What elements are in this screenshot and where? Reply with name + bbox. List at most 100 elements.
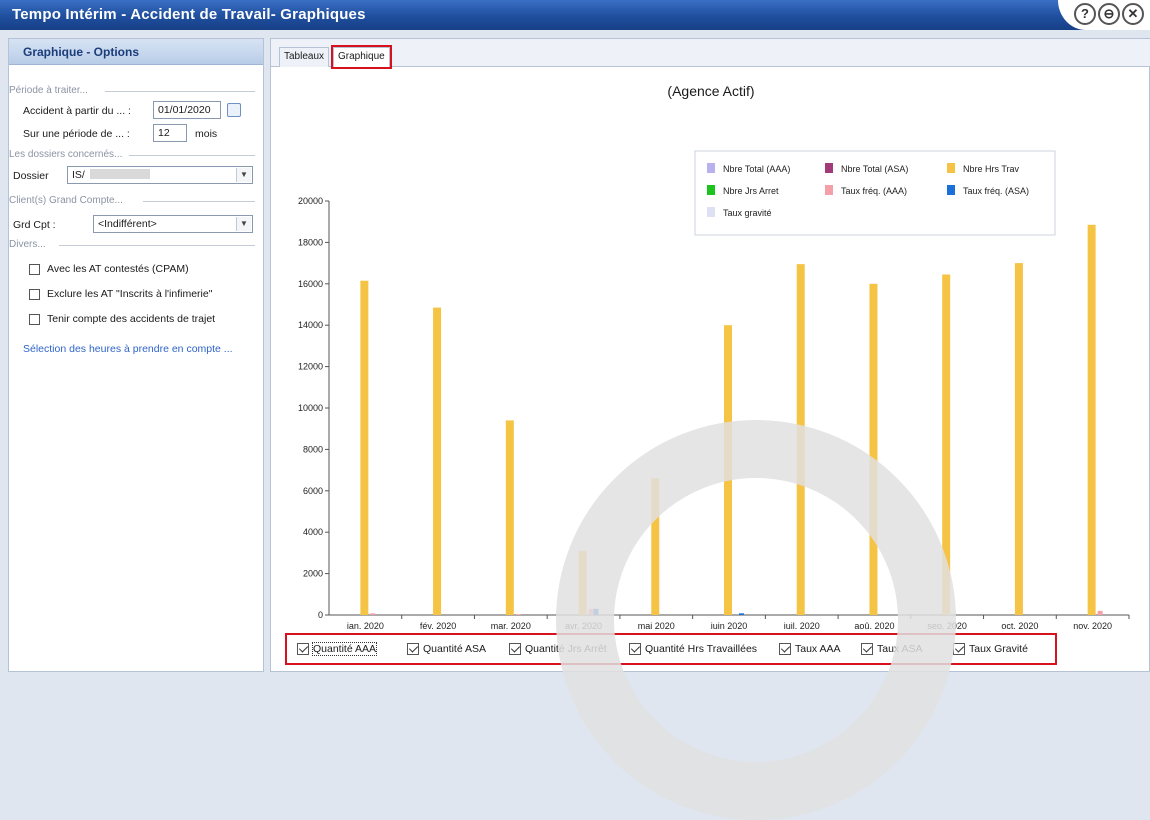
y-tick-label: 2000 [303, 569, 323, 579]
checkbox-trajet[interactable] [29, 314, 40, 325]
restore-icon[interactable]: ⊖ [1098, 3, 1120, 25]
bar-nbre-hrs-trav [796, 264, 805, 615]
bar-nbre-hrs-trav [578, 550, 587, 615]
series-toggle-0[interactable]: Quantité AAA [297, 642, 378, 656]
bar-nbre-hrs-trav [651, 478, 660, 615]
bar-taux-freq-aaa [588, 608, 594, 615]
accident-date-input[interactable]: 01/01/2020 [153, 101, 221, 119]
legend-swatch [707, 163, 715, 173]
chart-legend: Nbre Total (AAA) Nbre Total (ASA) Nbre Hrs… [694, 150, 1056, 236]
series-toggle-label: Quantité Hrs Travaillées [645, 643, 758, 655]
y-tick-label: 10000 [298, 403, 323, 413]
series-toggle-label: Taux ASA [877, 643, 923, 655]
checkbox[interactable] [297, 643, 309, 655]
chart-panel: Tableaux Graphique (Agence Actif) Nbre T… [270, 38, 1150, 672]
checkbox-infirmerie-label[interactable]: Exclure les AT "Inscrits à l'infimerie" [47, 288, 212, 300]
y-tick-label: 14000 [298, 320, 323, 330]
legend-label: Nbre Hrs Trav [963, 164, 1020, 174]
checkbox-infirmerie[interactable] [29, 289, 40, 300]
x-tick-label: nov. 2020 [1073, 621, 1112, 629]
x-tick-label: aoû. 2020 [854, 621, 894, 629]
bar-nbre-hrs-trav [942, 274, 951, 615]
dossier-label: Dossier [13, 170, 49, 182]
x-tick-label: juil. 2020 [783, 621, 820, 629]
x-tick-label: oct. 2020 [1001, 621, 1038, 629]
legend-swatch [947, 185, 955, 195]
options-panel: Graphique - Options Période à traiter...… [8, 38, 264, 672]
periode-input[interactable]: 12 [153, 124, 187, 142]
legend-swatch [825, 163, 833, 173]
checkbox-contestes-label[interactable]: Avec les AT contestés (CPAM) [47, 263, 189, 275]
legend-label: Nbre Total (AAA) [723, 164, 790, 174]
y-tick-label: 12000 [298, 362, 323, 372]
bar-taux-freq-aaa [1097, 610, 1103, 615]
series-toggle-2[interactable]: Quantité Jrs Arrêt [509, 643, 607, 655]
checkbox-contestes[interactable] [29, 264, 40, 275]
divider [143, 201, 255, 202]
close-icon[interactable]: ✕ [1122, 3, 1144, 25]
bar-taux-freq-asa [593, 608, 599, 615]
x-tick-label: jan. 2020 [346, 621, 384, 629]
divider [105, 91, 255, 92]
legend-label: Taux gravité [723, 208, 772, 218]
y-tick-label: 16000 [298, 279, 323, 289]
grdcpt-label: Grd Cpt : [13, 219, 56, 231]
group-periode: Période à traiter... [9, 85, 255, 96]
group-dossiers: Les dossiers concernés... [9, 149, 255, 160]
chevron-down-icon[interactable]: ▼ [236, 217, 251, 231]
checkbox[interactable] [509, 643, 521, 655]
dossier-select[interactable]: IS/ ▼ [67, 166, 253, 184]
grdcpt-value: <Indifférent> [98, 218, 157, 230]
redacted-block [89, 169, 150, 179]
bar-nbre-hrs-trav [724, 325, 732, 615]
bar-nbre-hrs-trav [869, 283, 878, 615]
group-dossiers-label: Les dossiers concernés... [9, 149, 123, 160]
series-toggle-label: Taux Gravité [969, 643, 1028, 655]
x-tick-label: mai 2020 [638, 621, 675, 629]
checkbox[interactable] [861, 643, 873, 655]
window-controls: ? ⊖ ✕ [1074, 3, 1144, 27]
y-tick-label: 8000 [303, 444, 323, 454]
heures-link[interactable]: Sélection des heures à prendre en compte… [23, 343, 233, 355]
checkbox-trajet-label[interactable]: Tenir compte des accidents de trajet [47, 313, 215, 325]
checkbox[interactable] [953, 643, 965, 655]
x-tick-label: fév. 2020 [420, 621, 456, 629]
series-toggle-5[interactable]: Taux ASA [861, 643, 923, 655]
divider [59, 245, 255, 246]
series-toggle-4[interactable]: Taux AAA [779, 643, 841, 655]
periode-unit: mois [195, 128, 218, 140]
legend-swatch [825, 185, 833, 195]
options-panel-title: Graphique - Options [9, 39, 263, 65]
series-toggle-3[interactable]: Quantité Hrs Travaillées [629, 643, 757, 655]
periode-label: Sur une période de ... : [23, 128, 130, 140]
tab-graphique[interactable]: Graphique [331, 45, 392, 69]
bar-nbre-hrs-trav [360, 280, 369, 615]
chevron-down-icon[interactable]: ▼ [236, 168, 251, 182]
divider [129, 155, 255, 156]
series-toggle-label: Quantité Jrs Arrêt [525, 643, 607, 655]
group-periode-label: Période à traiter... [9, 85, 88, 96]
help-icon[interactable]: ? [1074, 3, 1096, 25]
legend-swatch [707, 207, 715, 217]
series-toggle-label: Taux AAA [795, 643, 841, 655]
checkbox[interactable] [629, 643, 641, 655]
checkbox[interactable] [407, 643, 419, 655]
series-toggle-1[interactable]: Quantité ASA [407, 643, 486, 655]
calendar-icon[interactable] [227, 103, 241, 117]
legend-swatch [947, 163, 955, 173]
bar-taux-freq-asa [739, 613, 744, 615]
bar-nbre-hrs-trav [505, 420, 514, 615]
x-tick-label: mar. 2020 [491, 621, 531, 629]
checkbox[interactable] [779, 643, 791, 655]
bar-nbre-hrs-trav [1014, 263, 1023, 615]
x-tick-label: juin 2020 [710, 621, 748, 629]
series-toggle-6[interactable]: Taux Gravité [953, 643, 1028, 655]
legend-label: Nbre Total (ASA) [841, 164, 908, 174]
group-clients: Client(s) Grand Compte... [9, 195, 255, 206]
y-tick-label: 6000 [303, 486, 323, 496]
bar-nbre-hrs-trav [1087, 224, 1096, 615]
grdcpt-select[interactable]: <Indifférent> ▼ [93, 215, 253, 233]
bar-chart: Nbre Total (AAA) Nbre Total (ASA) Nbre Hrs… [298, 150, 1130, 629]
tab-tableaux[interactable]: Tableaux [279, 47, 330, 67]
group-clients-label: Client(s) Grand Compte... [9, 195, 123, 206]
